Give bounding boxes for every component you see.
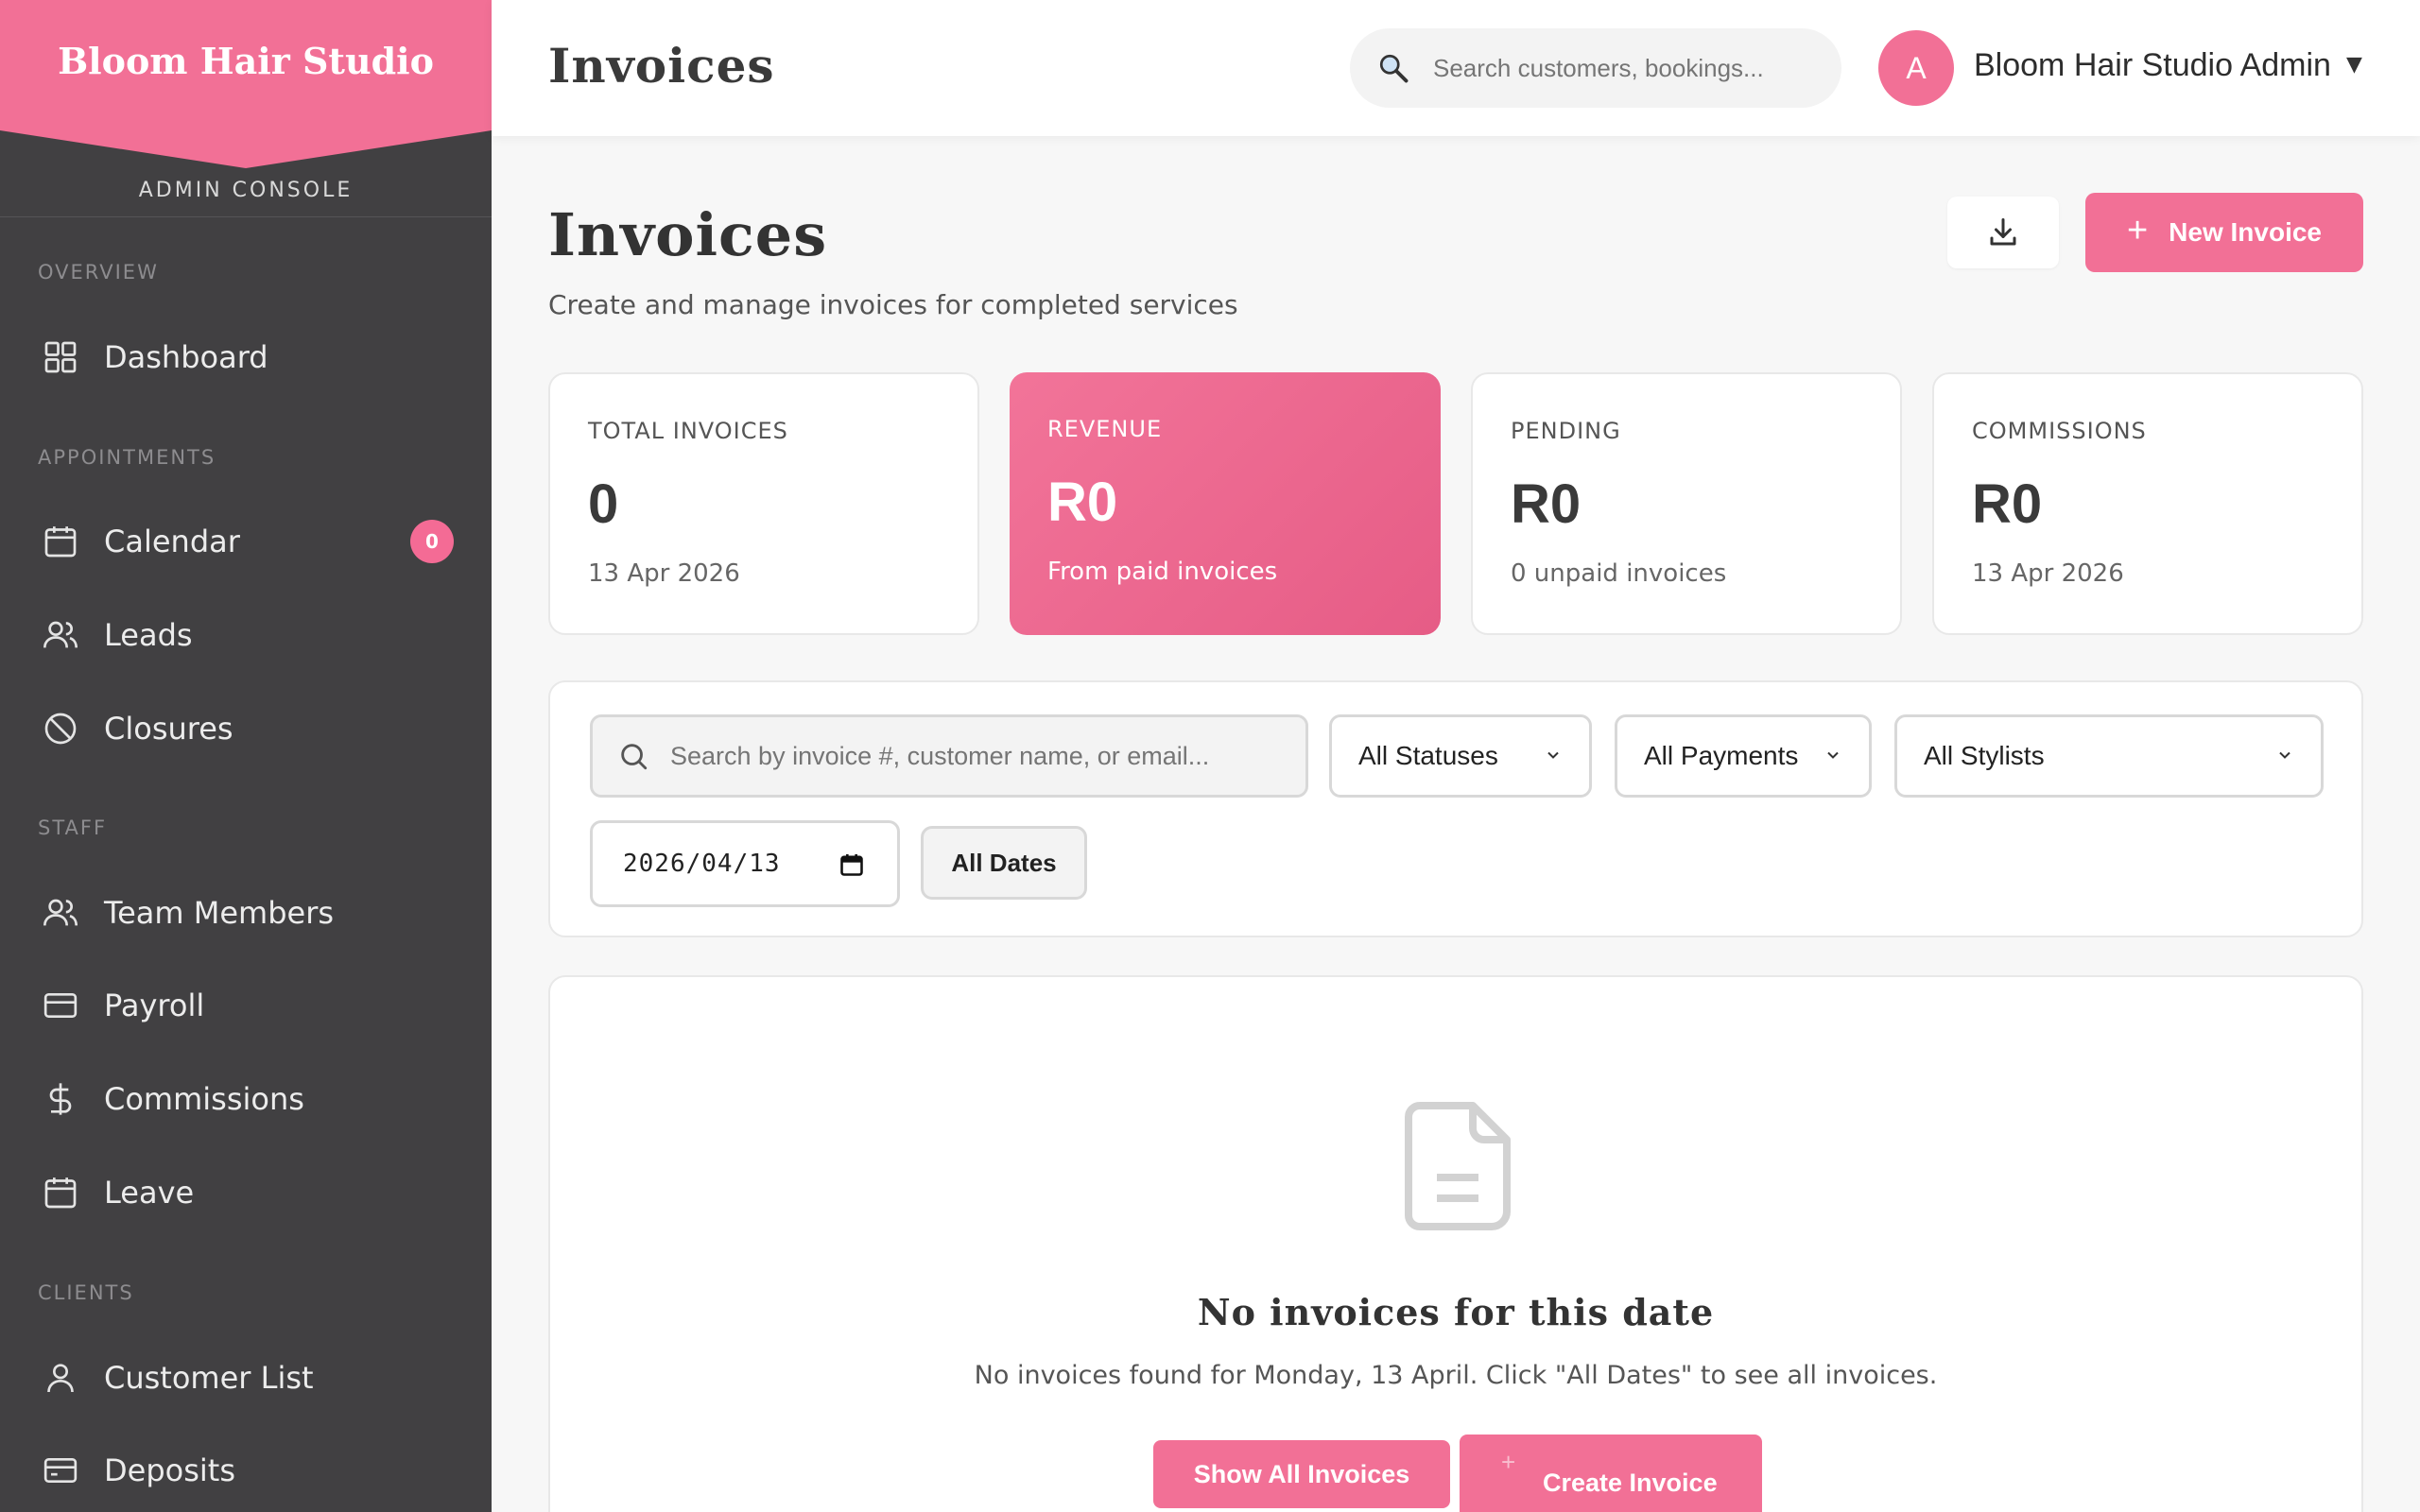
stat-card-revenue: REVENUE R0 From paid invoices xyxy=(1010,372,1441,635)
calendar-icon xyxy=(44,526,77,558)
stat-note: From paid invoices xyxy=(1047,558,1278,586)
show-all-invoices-button[interactable]: Show All Invoices xyxy=(1153,1440,1450,1508)
stat-card-commissions: COMMISSIONS R0 13 Apr 2026 xyxy=(1932,372,2363,635)
stat-value: R0 xyxy=(1047,472,1118,533)
stat-note: 0 unpaid invoices xyxy=(1511,559,1727,588)
empty-state-title: No invoices for this date xyxy=(1197,1291,1715,1333)
dollar-icon xyxy=(49,1083,72,1115)
search-icon xyxy=(621,744,648,770)
chevron-down-icon xyxy=(1827,751,1839,759)
stat-value: 0 xyxy=(588,473,619,535)
global-search-input[interactable] xyxy=(1433,53,1802,83)
payment-select[interactable]: All Payments xyxy=(1615,714,1872,798)
chevron-down-icon xyxy=(1547,751,1559,759)
download-icon xyxy=(1990,218,2016,246)
payment-select-value: All Payments xyxy=(1644,741,1799,770)
sidebar-item-label: Payroll xyxy=(104,988,205,1023)
date-picker[interactable]: 2026/04/13 xyxy=(590,820,900,907)
topbar-title: Invoices xyxy=(548,38,775,94)
stat-note: 13 Apr 2026 xyxy=(588,559,740,588)
invoice-search-input[interactable] xyxy=(670,741,1294,771)
sidebar-item-label: Closures xyxy=(104,711,233,747)
stat-note: 13 Apr 2026 xyxy=(1972,559,2124,588)
filters-panel: All Statuses All Payments All Stylists 2… xyxy=(548,680,2363,937)
dashboard-icon xyxy=(44,341,77,373)
sidebar-item-label: Leave xyxy=(104,1175,195,1211)
section-appointments: APPOINTMENTS xyxy=(38,446,216,469)
sidebar-item-payroll[interactable]: Payroll xyxy=(0,968,492,1043)
page-title: Invoices xyxy=(548,200,828,269)
sidebar-item-leave[interactable]: Leave xyxy=(0,1155,492,1230)
calendar-picker-icon[interactable] xyxy=(838,851,865,878)
page-subtitle: Create and manage invoices for completed… xyxy=(548,289,1238,320)
stat-label: TOTAL INVOICES xyxy=(588,418,788,444)
team-icon xyxy=(43,899,78,926)
sidebar-item-label: Team Members xyxy=(104,895,335,931)
console-label: ADMIN CONSOLE xyxy=(0,164,492,217)
brand-title[interactable]: Bloom Hair Studio xyxy=(0,40,492,82)
sidebar-item-closures[interactable]: Closures xyxy=(0,691,492,766)
calendar-leave-icon xyxy=(44,1177,77,1209)
status-select-value: All Statuses xyxy=(1358,741,1498,770)
export-button[interactable] xyxy=(1947,197,2059,268)
all-dates-button[interactable]: All Dates xyxy=(921,826,1087,900)
global-search[interactable] xyxy=(1350,28,1841,108)
credit-card-icon xyxy=(43,993,78,1018)
sidebar-item-label: Commissions xyxy=(104,1081,304,1117)
brand-header: Bloom Hair Studio xyxy=(0,0,492,168)
plus-icon: + xyxy=(2126,210,2149,250)
sidebar-item-label: Deposits xyxy=(104,1452,235,1488)
magnifier-icon xyxy=(1379,54,1409,83)
user-icon xyxy=(47,1364,74,1393)
user-menu-caret-icon[interactable]: ▼ xyxy=(2346,53,2362,77)
document-icon xyxy=(1405,1102,1511,1230)
stat-value: R0 xyxy=(1511,473,1582,535)
section-staff: STAFF xyxy=(38,816,108,839)
chevron-down-icon xyxy=(2279,751,2290,759)
stat-value: R0 xyxy=(1972,473,2043,535)
user-name[interactable]: Bloom Hair Studio Admin xyxy=(1974,47,2331,84)
stat-label: COMMISSIONS xyxy=(1972,418,2147,444)
ban-icon xyxy=(44,713,77,745)
sidebar-item-commissions[interactable]: Commissions xyxy=(0,1061,492,1137)
users-icon xyxy=(43,621,78,648)
sidebar-item-label: Leads xyxy=(104,617,193,653)
stat-label: REVENUE xyxy=(1047,416,1163,442)
stat-card-total-invoices: TOTAL INVOICES 0 13 Apr 2026 xyxy=(548,372,979,635)
plus-icon: + xyxy=(1501,1448,1516,1476)
topbar: Invoices A Bloom Hair Studio Admin ▼ xyxy=(492,0,2420,136)
section-overview: OVERVIEW xyxy=(38,261,159,284)
create-invoice-label: Create Invoice xyxy=(1543,1469,1718,1497)
sidebar-item-customer-list[interactable]: Customer List xyxy=(0,1340,492,1416)
sidebar-item-label: Calendar xyxy=(104,524,240,559)
date-value: 2026/04/13 xyxy=(623,850,781,878)
stat-card-pending: PENDING R0 0 unpaid invoices xyxy=(1471,372,1902,635)
status-select[interactable]: All Statuses xyxy=(1329,714,1592,798)
empty-state-text: No invoices found for Monday, 13 April. … xyxy=(974,1361,1938,1390)
new-invoice-label: New Invoice xyxy=(2169,217,2323,247)
sidebar-item-label: Dashboard xyxy=(104,339,268,375)
brand-banner xyxy=(0,0,492,168)
stylist-select[interactable]: All Stylists xyxy=(1894,714,2324,798)
stylist-select-value: All Stylists xyxy=(1924,741,2045,770)
calendar-count-badge: 0 xyxy=(410,520,454,563)
empty-state-panel: No invoices for this date No invoices fo… xyxy=(548,975,2363,1512)
sidebar-item-deposits[interactable]: Deposits xyxy=(0,1433,492,1508)
avatar[interactable]: A xyxy=(1878,30,1954,106)
sidebar-item-leads[interactable]: Leads xyxy=(0,597,492,673)
section-clients: CLIENTS xyxy=(38,1281,134,1304)
sidebar-item-dashboard[interactable]: Dashboard xyxy=(0,319,492,395)
sidebar-item-label: Customer List xyxy=(104,1360,314,1396)
sidebar-item-team-members[interactable]: Team Members xyxy=(0,875,492,951)
create-invoice-button[interactable]: + Create Invoice xyxy=(1460,1435,1762,1512)
stat-label: PENDING xyxy=(1511,418,1621,444)
new-invoice-button[interactable]: + New Invoice xyxy=(2085,193,2363,272)
sidebar-item-calendar[interactable]: Calendar 0 xyxy=(0,504,492,579)
wallet-icon xyxy=(43,1458,78,1483)
sidebar: Bloom Hair Studio ADMIN CONSOLE OVERVIEW… xyxy=(0,0,492,1512)
invoice-search[interactable] xyxy=(590,714,1308,798)
